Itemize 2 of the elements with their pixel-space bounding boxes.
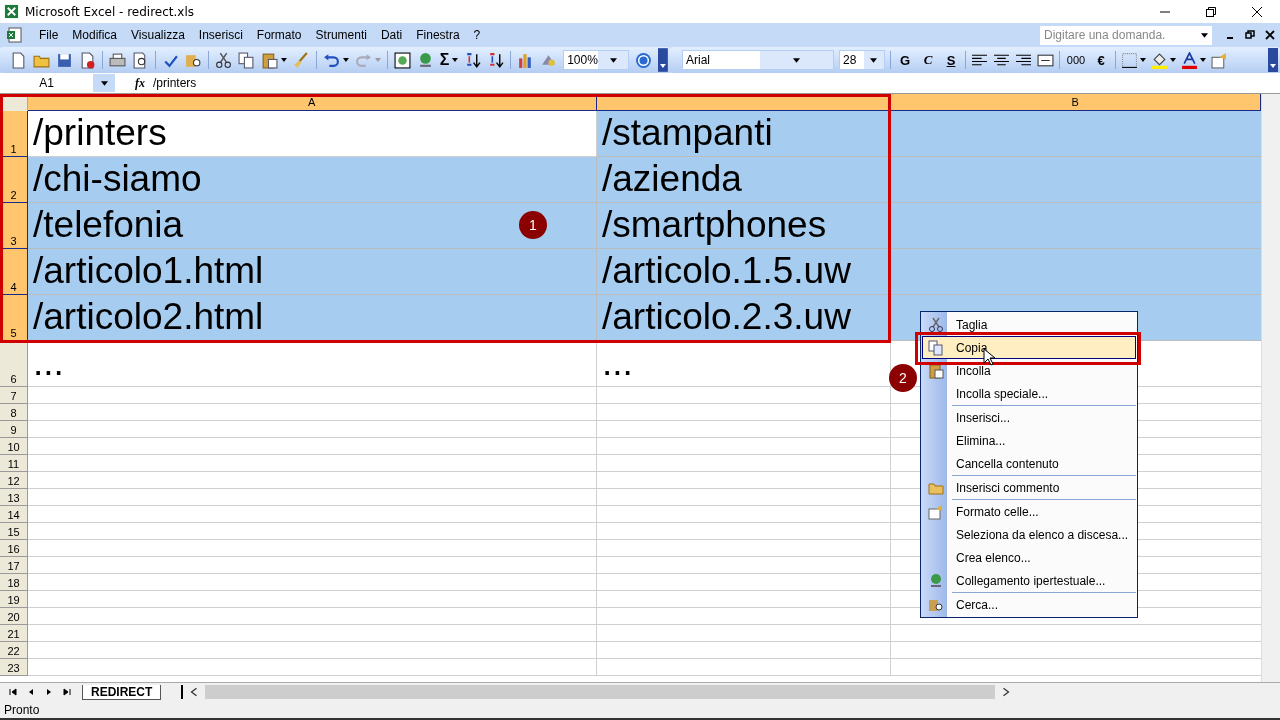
window-title: Microsoft Excel - redirect.xls (25, 4, 195, 19)
status-text: Pronto (4, 702, 40, 717)
